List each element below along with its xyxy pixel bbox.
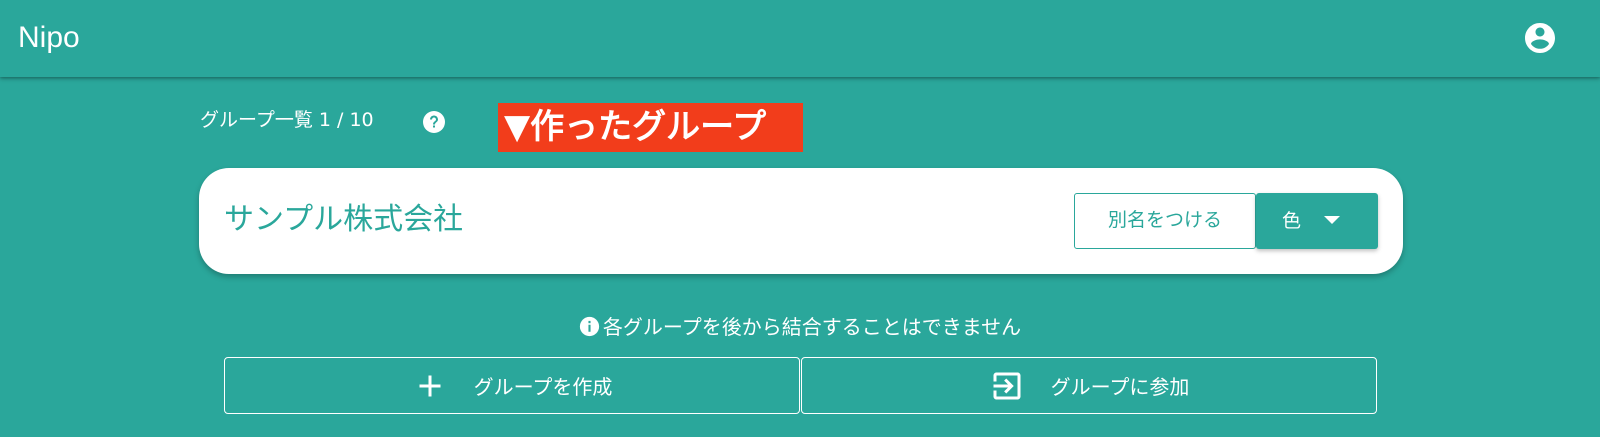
caret-down-icon	[1324, 216, 1340, 224]
create-group-label: グループを作成	[473, 375, 613, 399]
app-title: Nipo	[18, 21, 80, 54]
group-name[interactable]: サンプル株式会社	[224, 199, 463, 241]
plus-icon	[412, 368, 448, 404]
notice: 各グループを後から結合することはできません	[0, 313, 1600, 341]
join-group-button[interactable]: グループに参加	[801, 357, 1377, 414]
app-bar: Nipo	[0, 0, 1600, 77]
account-circle-icon[interactable]	[1522, 20, 1558, 56]
login-icon	[989, 368, 1025, 404]
info-icon	[579, 316, 600, 337]
group-card[interactable]: サンプル株式会社 別名をつける 色	[199, 168, 1403, 274]
color-menu-button[interactable]: 色	[1256, 193, 1378, 249]
join-group-label: グループに参加	[1050, 375, 1190, 399]
annotation-banner: ▼作ったグループ	[498, 103, 803, 152]
help-circle-icon[interactable]	[422, 110, 446, 134]
notice-text: 各グループを後から結合することはできません	[602, 315, 1022, 339]
color-button-label: 色	[1282, 210, 1302, 232]
group-list-count: グループ一覧 1 / 10	[200, 109, 374, 131]
alias-button[interactable]: 別名をつける	[1074, 193, 1256, 249]
create-group-button[interactable]: グループを作成	[224, 357, 800, 414]
